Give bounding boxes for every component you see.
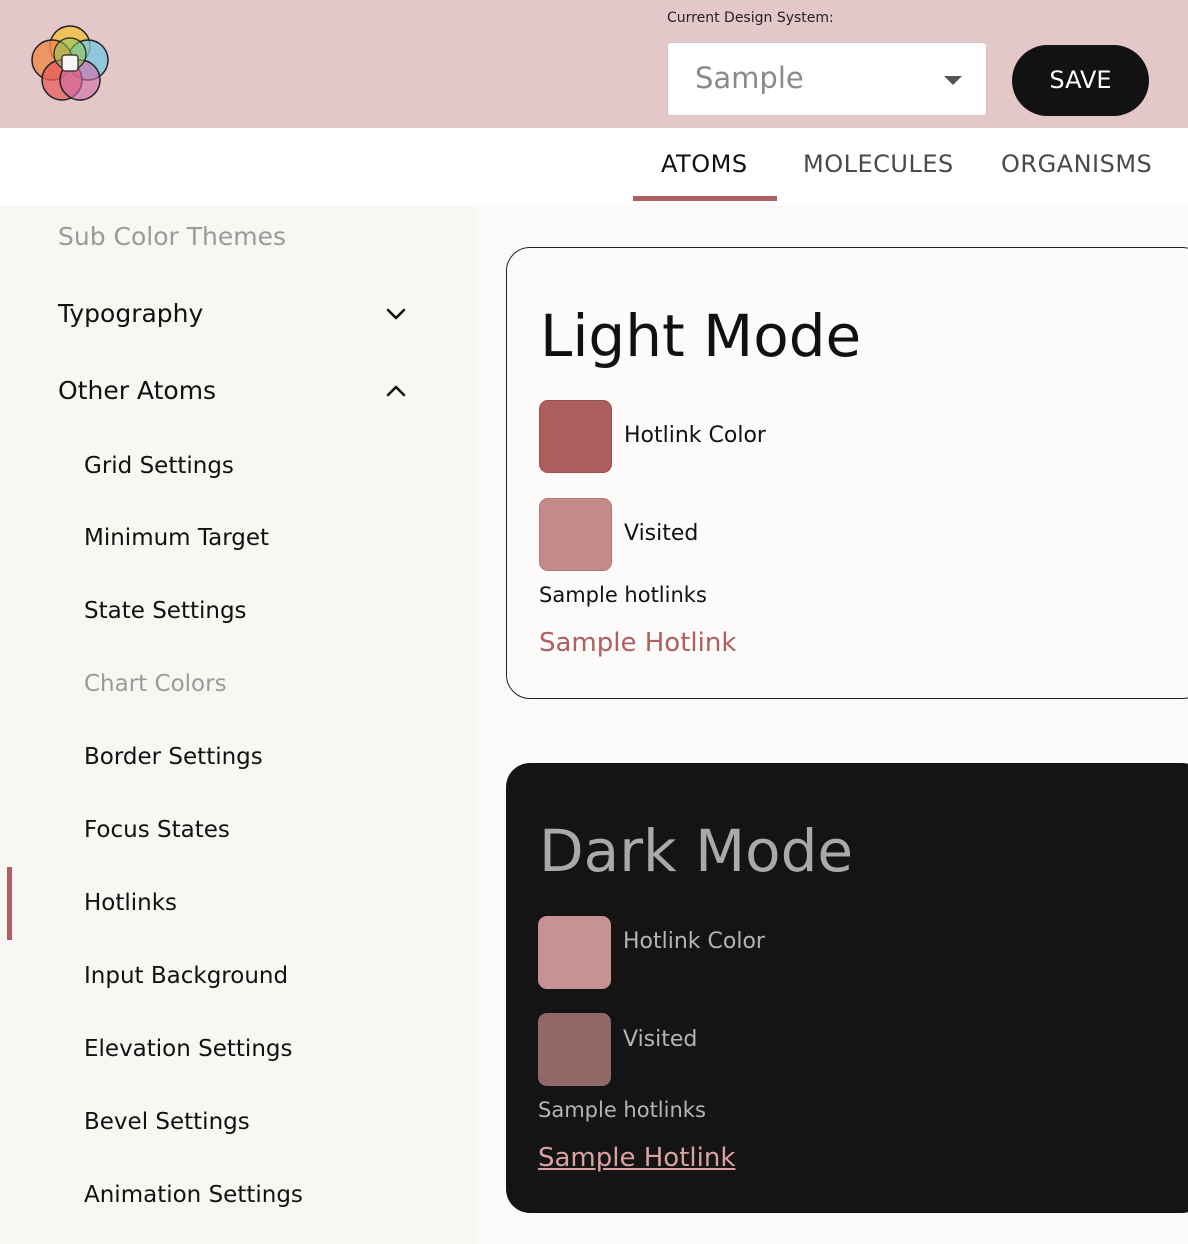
- sidebar-item-sub-color-themes[interactable]: Sub Color Themes: [58, 222, 286, 251]
- app-header: Current Design System: Sample SAVE: [0, 0, 1188, 128]
- sidebar-section-other-atoms[interactable]: Other Atoms: [58, 376, 216, 405]
- sidebar-item-border-settings[interactable]: Border Settings: [84, 744, 263, 770]
- sidebar-item-animation-settings[interactable]: Animation Settings: [84, 1182, 303, 1208]
- overlapping-circles-logo-icon[interactable]: [30, 24, 110, 104]
- light-mode-card: Light Mode Hotlink Color Visited Sample …: [506, 247, 1188, 699]
- design-system-select[interactable]: Sample: [667, 42, 987, 116]
- active-item-indicator: [7, 867, 12, 940]
- dark-mode-card: Dark Mode Hotlink Color Visited Sample h…: [506, 763, 1188, 1213]
- light-sample-hotlinks-label: Sample hotlinks: [539, 583, 707, 607]
- sidebar-item-hotlinks[interactable]: Hotlinks: [84, 890, 177, 916]
- sidebar-section-typography[interactable]: Typography: [58, 299, 203, 328]
- caret-down-icon: [944, 76, 962, 85]
- sidebar-item-bevel-settings[interactable]: Bevel Settings: [84, 1109, 250, 1135]
- tab-atoms[interactable]: ATOMS: [661, 150, 748, 178]
- sidebar-item-chart-colors[interactable]: Chart Colors: [84, 671, 227, 697]
- light-sample-hotlink[interactable]: Sample Hotlink: [539, 628, 736, 658]
- chevron-up-icon[interactable]: [385, 380, 407, 402]
- tab-organisms[interactable]: ORGANISMS: [1001, 150, 1152, 178]
- sidebar-item-minimum-target[interactable]: Minimum Target: [84, 525, 269, 551]
- dark-visited-color-swatch[interactable]: [538, 1013, 611, 1086]
- tab-molecules[interactable]: MOLECULES: [803, 150, 954, 178]
- sidebar-item-state-settings[interactable]: State Settings: [84, 598, 247, 624]
- sidebar-item-elevation-settings[interactable]: Elevation Settings: [84, 1036, 292, 1062]
- dark-sample-hotlink[interactable]: Sample Hotlink: [538, 1143, 735, 1173]
- sidebar-item-grid-settings[interactable]: Grid Settings: [84, 453, 234, 479]
- light-hotlink-color-swatch[interactable]: [539, 400, 612, 473]
- dark-sample-hotlinks-label: Sample hotlinks: [538, 1098, 706, 1122]
- dark-hotlink-color-swatch[interactable]: [538, 916, 611, 989]
- light-hotlink-color-label: Hotlink Color: [624, 423, 766, 448]
- sidebar: Sub Color Themes Typography Other Atoms …: [0, 205, 475, 1244]
- sidebar-item-input-background[interactable]: Input Background: [84, 963, 288, 989]
- light-visited-label: Visited: [624, 521, 699, 546]
- main-content: Light Mode Hotlink Color Visited Sample …: [475, 205, 1188, 1244]
- dark-mode-title: Dark Mode: [539, 817, 854, 885]
- light-visited-color-swatch[interactable]: [539, 498, 612, 571]
- sidebar-item-focus-states[interactable]: Focus States: [84, 817, 230, 843]
- dark-hotlink-color-label: Hotlink Color: [623, 929, 765, 954]
- dark-visited-label: Visited: [623, 1027, 698, 1052]
- level-tabs: ATOMS MOLECULES ORGANISMS: [0, 128, 1188, 205]
- save-button[interactable]: SAVE: [1012, 45, 1149, 116]
- design-system-value: Sample: [695, 61, 804, 95]
- design-system-label: Current Design System:: [667, 10, 834, 26]
- active-tab-indicator: [633, 196, 777, 201]
- light-mode-title: Light Mode: [540, 302, 862, 370]
- chevron-down-icon[interactable]: [385, 303, 407, 325]
